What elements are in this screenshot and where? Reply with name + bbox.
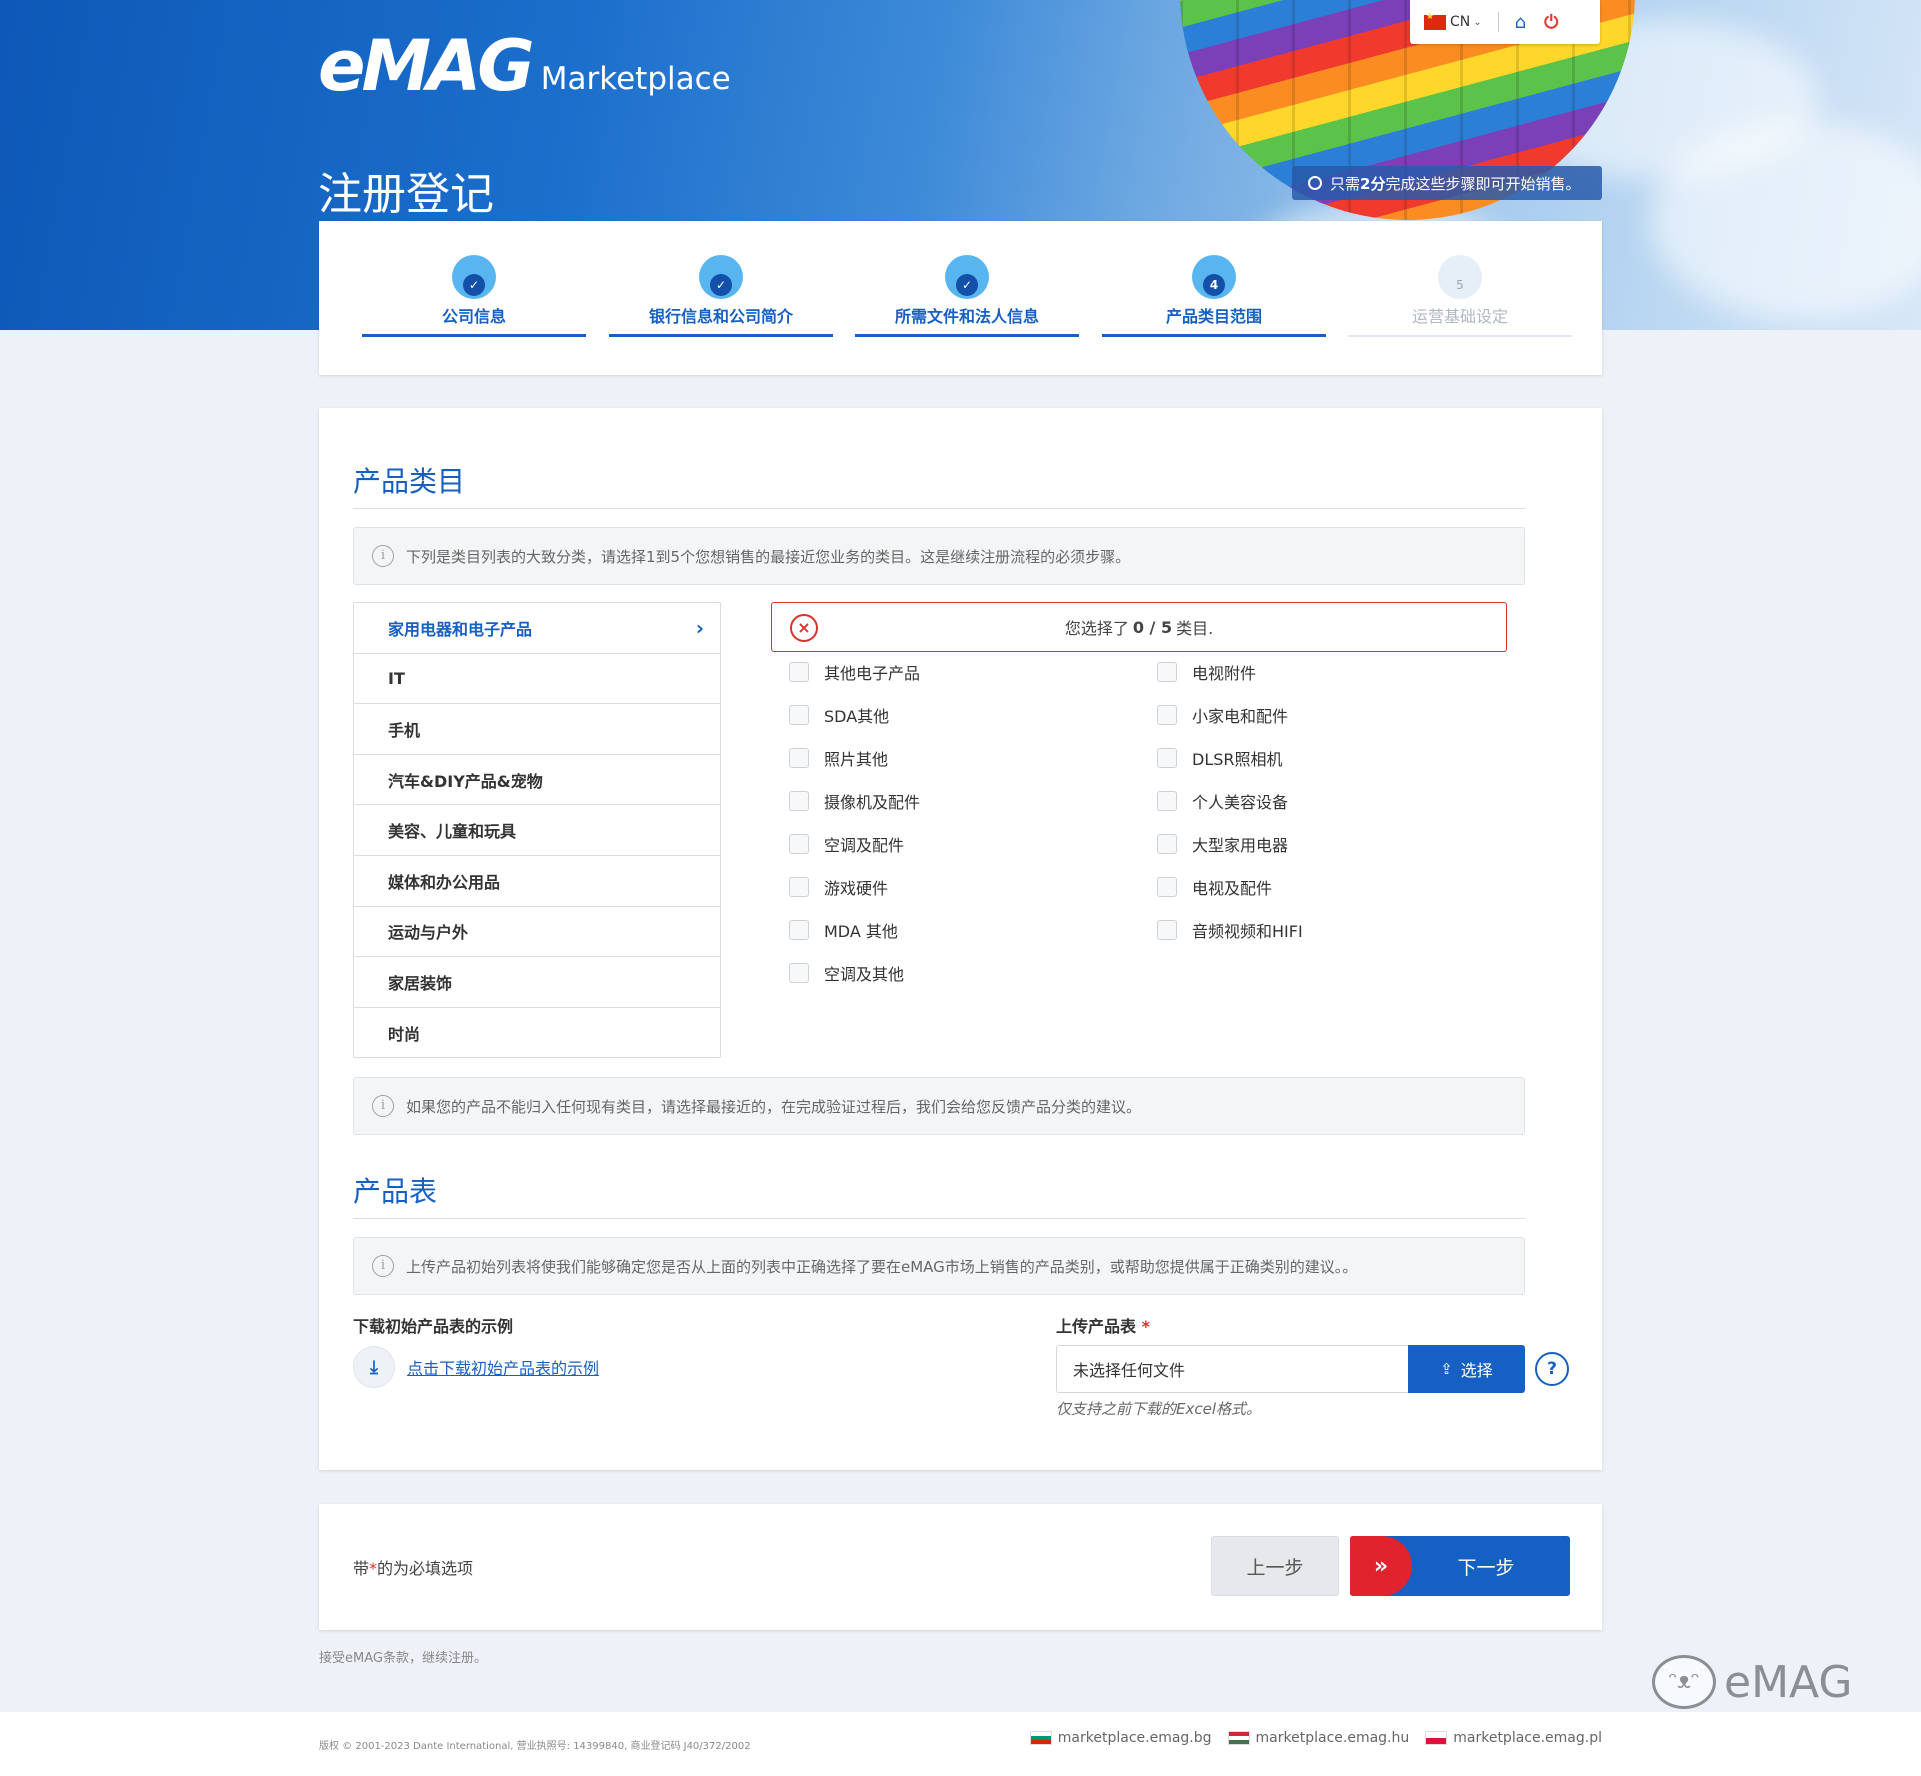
footer xyxy=(0,1712,1921,1776)
category-item-media-office[interactable]: 媒体和办公用品 xyxy=(354,856,720,907)
poland-flag-icon xyxy=(1425,1731,1448,1745)
upload-icon: ⇪ xyxy=(1440,1360,1453,1378)
product-sheet-notice: i 上传产品初始列表将使我们能够确定您是否从上面的列表中正确选择了要在eMAG市… xyxy=(353,1237,1525,1295)
top-toolbar: CN ⌄ ⌂ ⏻ xyxy=(1410,0,1600,44)
step-company-info[interactable]: ✓ 公司信息 xyxy=(362,255,586,337)
category-item-home-decor[interactable]: 家居装饰 xyxy=(354,957,720,1008)
upload-label: 上传产品表 * xyxy=(1056,1317,1150,1336)
step-bank-info[interactable]: ✓ 银行信息和公司简介 xyxy=(609,255,833,337)
subcategory-column-right: 电视附件 小家电和配件 DLSR照相机 个人美容设备 大型家用电器 电视及配件 … xyxy=(1157,650,1303,951)
subcategory-checkbox[interactable]: 电视附件 xyxy=(1157,650,1303,693)
step-complete-icon: ✓ xyxy=(452,255,496,299)
step-complete-icon: ✓ xyxy=(699,255,743,299)
info-icon: i xyxy=(372,1255,394,1277)
subcategory-column-left: 其他电子产品 SDA其他 照片其他 摄像机及配件 空调及配件 游戏硬件 MDA … xyxy=(789,650,920,994)
subcategory-checkbox[interactable]: 电视及配件 xyxy=(1157,865,1303,908)
subcategory-checkbox[interactable]: 空调及其他 xyxy=(789,951,920,994)
step-documents[interactable]: ✓ 所需文件和法人信息 xyxy=(855,255,1079,337)
download-sample: ⤓ 点击下载初始产品表的示例 xyxy=(353,1346,599,1388)
step-operations: 5 运营基础设定 xyxy=(1348,255,1572,337)
wechat-watermark: ᵔᴥᵔ eMAG xyxy=(1652,1655,1852,1709)
language-selector[interactable]: CN xyxy=(1450,14,1470,30)
step-complete-icon: ✓ xyxy=(945,255,989,299)
subcategory-checkbox[interactable]: 其他电子产品 xyxy=(789,650,920,693)
bulgaria-flag-icon xyxy=(1029,1731,1052,1745)
download-sample-link[interactable]: 点击下载初始产品表的示例 xyxy=(407,1355,599,1379)
category-item-auto-diy-pets[interactable]: 汽车&DIY产品&宠物 xyxy=(354,755,720,806)
file-name-field[interactable]: 未选择任何文件 xyxy=(1056,1345,1409,1393)
site-link-hu[interactable]: marketplace.emag.hu xyxy=(1227,1730,1409,1746)
next-step-button[interactable]: » 下一步 xyxy=(1350,1536,1570,1596)
subcategory-checkbox[interactable]: 游戏硬件 xyxy=(789,865,920,908)
subcategory-checkbox[interactable]: MDA 其他 xyxy=(789,908,920,951)
clock-icon xyxy=(1308,176,1322,190)
double-chevron-right-icon: » xyxy=(1350,1536,1412,1596)
step-number-icon: 4 xyxy=(1192,255,1236,299)
info-icon: i xyxy=(372,1095,394,1117)
subcategory-checkbox[interactable]: 音频视频和HIFI xyxy=(1157,908,1303,951)
category-item-fashion[interactable]: 时尚 xyxy=(354,1008,720,1059)
required-fields-note: 带*的为必填选项 xyxy=(353,1559,474,1578)
category-item-appliances[interactable]: 家用电器和电子产品 › xyxy=(354,603,720,654)
category-notice: i 下列是类目列表的大致分类，请选择1到5个您想销售的最接近您业务的类目。这是继… xyxy=(353,527,1525,585)
subcategory-checkbox[interactable]: 个人美容设备 xyxy=(1157,779,1303,822)
site-link-bg[interactable]: marketplace.emag.bg xyxy=(1029,1730,1212,1746)
copyright-text: 版权 © 2001-2023 Dante International, 营业执照… xyxy=(319,1741,751,1752)
home-icon[interactable]: ⌂ xyxy=(1515,12,1526,33)
help-icon[interactable]: ? xyxy=(1535,1352,1569,1386)
toolbar-divider xyxy=(1497,12,1499,32)
category-item-it[interactable]: IT xyxy=(354,654,720,705)
previous-step-button[interactable]: 上一步 xyxy=(1211,1536,1339,1596)
info-icon: i xyxy=(372,545,394,567)
terms-note: 接受eMAG条款，继续注册。 xyxy=(319,1651,487,1666)
step-number-icon: 5 xyxy=(1438,255,1482,299)
chevron-right-icon: › xyxy=(695,615,704,640)
subcategory-checkbox[interactable]: 大型家用电器 xyxy=(1157,822,1303,865)
choose-file-button[interactable]: ⇪ 选择 xyxy=(1408,1345,1525,1393)
step-product-categories[interactable]: 4 产品类目范围 xyxy=(1102,255,1326,337)
section-title-product-sheet: 产品表 xyxy=(353,1175,438,1208)
form-actions-card: 带*的为必填选项 上一步 » 下一步 xyxy=(319,1504,1602,1630)
wechat-icon: ᵔᴥᵔ xyxy=(1652,1655,1716,1709)
category-item-sports-outdoor[interactable]: 运动与户外 xyxy=(354,907,720,958)
subcategory-checkbox[interactable]: 空调及配件 xyxy=(789,822,920,865)
page-title: 注册登记 xyxy=(318,169,494,220)
china-flag-icon[interactable] xyxy=(1424,12,1446,30)
emag-logo[interactable]: eMAG Marketplace xyxy=(318,31,731,101)
progress-steps: ✓ 公司信息 ✓ 银行信息和公司简介 ✓ 所需文件和法人信息 4 产品类目范围 … xyxy=(319,221,1602,375)
subcategory-checkbox[interactable]: SDA其他 xyxy=(789,693,920,736)
regional-sites: marketplace.emag.bg marketplace.emag.hu … xyxy=(1014,1730,1602,1746)
file-format-hint: 仅支持之前下载的Excel格式。 xyxy=(1056,1400,1261,1418)
section-title-categories: 产品类目 xyxy=(353,465,466,498)
subcategory-checkbox[interactable]: DLSR照相机 xyxy=(1157,736,1303,779)
subcategory-checkbox[interactable]: 照片其他 xyxy=(789,736,920,779)
power-icon[interactable]: ⏻ xyxy=(1544,12,1558,33)
download-icon[interactable]: ⤓ xyxy=(353,1346,395,1388)
site-link-pl[interactable]: marketplace.emag.pl xyxy=(1425,1730,1602,1746)
subcategory-checkbox[interactable]: 小家电和配件 xyxy=(1157,693,1303,736)
category-suggestion-notice: i 如果您的产品不能归入任何现有类目，请选择最接近的，在完成验证过程后，我们会给… xyxy=(353,1077,1525,1135)
selection-count-alert: × 您选择了 0 / 5 类目. xyxy=(771,602,1507,652)
category-item-phones[interactable]: 手机 xyxy=(354,704,720,755)
category-form-card: 产品类目 i 下列是类目列表的大致分类，请选择1到5个您想销售的最接近您业务的类… xyxy=(319,408,1602,1470)
error-icon: × xyxy=(790,614,818,642)
subcategory-checkbox[interactable]: 摄像机及配件 xyxy=(789,779,920,822)
time-estimate-badge: 只需 2分 完成这些步骤即可开始销售。 xyxy=(1292,166,1602,200)
category-item-beauty-kids-toys[interactable]: 美容、儿童和玩具 xyxy=(354,805,720,856)
hungary-flag-icon xyxy=(1227,1731,1250,1745)
download-label: 下载初始产品表的示例 xyxy=(353,1317,514,1336)
category-list: 家用电器和电子产品 › IT 手机 汽车&DIY产品&宠物 美容、儿童和玩具 媒体… xyxy=(353,602,721,1058)
chevron-down-icon[interactable]: ⌄ xyxy=(1473,17,1481,28)
